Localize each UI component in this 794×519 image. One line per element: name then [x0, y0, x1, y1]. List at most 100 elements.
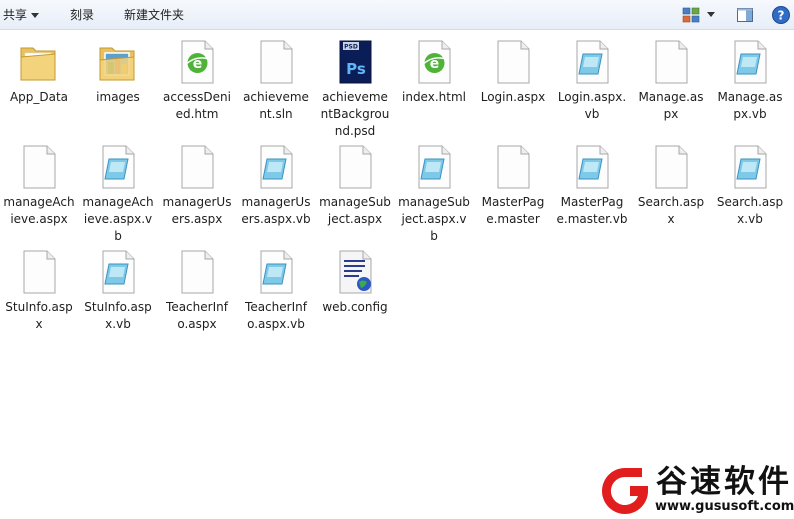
new-folder-button[interactable]: 新建文件夹	[124, 7, 184, 23]
file-item[interactable]: web.config	[317, 240, 393, 316]
file-item[interactable]: TeacherInfo.aspx	[159, 240, 235, 333]
blank-file-icon	[655, 40, 688, 84]
file-item-label: achievement.sln	[243, 90, 309, 121]
file-item-icon	[331, 143, 379, 191]
file-item-label: Login.aspx.vb	[557, 90, 627, 121]
blank-file-icon	[497, 40, 530, 84]
file-item[interactable]: Manage.aspx.vb	[712, 30, 788, 123]
file-item-label: TeacherInfo.aspx	[166, 300, 228, 331]
blank-file-icon	[23, 250, 56, 294]
file-item[interactable]: Search.aspx	[633, 135, 709, 228]
file-item-label: web.config	[322, 300, 388, 314]
file-list: App_Data images e accessDenied.htm achieveme…	[0, 30, 794, 519]
file-item-icon	[252, 38, 300, 86]
file-item[interactable]: MasterPage.master	[475, 135, 551, 228]
file-item[interactable]: TeacherInfo.aspx.vb	[238, 240, 314, 333]
vb-file-icon	[576, 40, 609, 84]
blank-file-icon	[181, 250, 214, 294]
file-item-icon	[331, 248, 379, 296]
file-item[interactable]: e index.html	[396, 30, 472, 106]
file-item-label: App_Data	[9, 90, 69, 104]
blank-file-icon	[655, 145, 688, 189]
file-item-icon	[489, 38, 537, 86]
file-item-icon	[568, 143, 616, 191]
file-item-label: Login.aspx	[480, 90, 546, 104]
file-item-label: index.html	[402, 90, 466, 104]
file-item[interactable]: Search.aspx.vb	[712, 135, 788, 228]
file-item-label: manageSubject.aspx	[319, 195, 391, 226]
file-item-label: images	[96, 90, 140, 104]
file-item-label: MasterPage.master.vb	[556, 195, 628, 226]
blank-file-icon	[497, 145, 530, 189]
folder-icon	[20, 47, 56, 81]
file-item[interactable]: Login.aspx	[475, 30, 551, 106]
file-item[interactable]: StuInfo.aspx	[1, 240, 77, 333]
chevron-down-icon	[31, 13, 40, 18]
file-item-icon	[15, 143, 63, 191]
file-item-icon	[252, 143, 300, 191]
config-file-icon	[339, 250, 372, 294]
file-item-label: achievementBackground.psd	[320, 90, 390, 138]
file-item[interactable]: Login.aspx.vb	[554, 30, 630, 123]
file-item-label: manageAchieve.aspx.vb	[82, 195, 154, 243]
file-item[interactable]: managerUsers.aspx	[159, 135, 235, 228]
file-item[interactable]: manageSubject.aspx	[317, 135, 393, 228]
file-item[interactable]: images	[80, 30, 156, 106]
vb-file-icon	[734, 145, 767, 189]
gususoft-logo-icon	[602, 468, 648, 514]
share-button[interactable]: 共享	[3, 7, 40, 23]
file-item-label: StuInfo.aspx	[5, 300, 73, 331]
file-item-icon: e	[410, 38, 458, 86]
vb-file-icon	[102, 250, 135, 294]
file-item[interactable]: Manage.aspx	[633, 30, 709, 123]
svg-text:Ps: Ps	[346, 60, 366, 78]
file-item[interactable]: manageAchieve.aspx	[1, 135, 77, 228]
file-item-icon: e	[173, 38, 221, 86]
file-item-icon	[568, 38, 616, 86]
burn-button[interactable]: 刻录	[70, 7, 94, 23]
vb-file-icon	[102, 145, 135, 189]
file-item-label: manageAchieve.aspx	[3, 195, 75, 226]
watermark: 谷速软件 www.gususoft.com	[598, 462, 794, 519]
file-item-label: Manage.aspx.vb	[717, 90, 783, 121]
blank-file-icon	[339, 145, 372, 189]
change-view-icon[interactable]	[682, 6, 700, 24]
watermark-brand: 谷速软件	[656, 464, 792, 500]
file-item-icon	[489, 143, 537, 191]
file-item-icon	[647, 143, 695, 191]
file-item[interactable]: App_Data	[1, 30, 77, 106]
file-item[interactable]: manageAchieve.aspx.vb	[80, 135, 156, 245]
file-item-icon	[726, 38, 774, 86]
file-item[interactable]: StuInfo.aspx.vb	[80, 240, 156, 333]
file-item-label: accessDenied.htm	[163, 90, 231, 121]
file-item[interactable]: e accessDenied.htm	[159, 30, 235, 123]
file-item-icon	[410, 143, 458, 191]
vb-file-icon	[260, 145, 293, 189]
file-item[interactable]: managerUsers.aspx.vb	[238, 135, 314, 228]
file-item-label: managerUsers.aspx.vb	[241, 195, 311, 226]
vb-file-icon	[576, 145, 609, 189]
html-file-icon: e	[418, 40, 451, 84]
watermark-url: www.gususoft.com	[655, 499, 794, 514]
svg-text:?: ?	[778, 9, 785, 23]
file-item-icon	[726, 143, 774, 191]
blank-file-icon	[23, 145, 56, 189]
file-item-icon	[15, 248, 63, 296]
file-item-label: MasterPage.master	[481, 195, 545, 226]
vb-file-icon	[734, 40, 767, 84]
file-item[interactable]: achievement.sln	[238, 30, 314, 123]
help-icon[interactable]: ?	[771, 5, 791, 25]
view-options-chevron-icon[interactable]	[707, 12, 715, 17]
file-item-icon	[94, 38, 142, 86]
file-item[interactable]: MasterPage.master.vb	[554, 135, 630, 228]
blank-file-icon	[181, 145, 214, 189]
vb-file-icon	[260, 250, 293, 294]
file-item[interactable]: PSD Ps achievementBackground.psd	[317, 30, 393, 140]
file-item[interactable]: manageSubject.aspx.vb	[396, 135, 472, 245]
preview-pane-icon[interactable]	[736, 6, 754, 24]
file-item-label: manageSubject.aspx.vb	[398, 195, 470, 243]
psd-file-icon: PSD Ps	[339, 40, 372, 84]
file-item-icon	[252, 248, 300, 296]
file-item-icon	[173, 248, 221, 296]
image-folder-icon	[99, 47, 135, 81]
